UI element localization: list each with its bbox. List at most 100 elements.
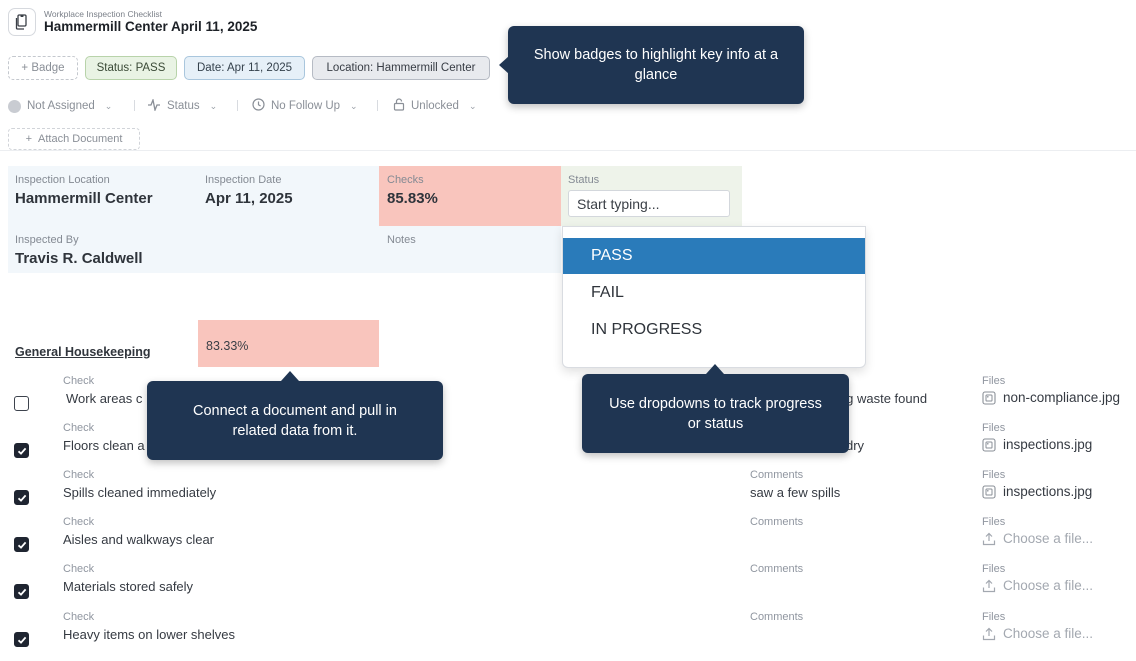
choose-file-button[interactable]: Choose a file... (982, 626, 1093, 641)
follow-up-label: No Follow Up (271, 100, 341, 112)
toolbar-divider (377, 100, 378, 111)
comments-column-label: Comments (750, 611, 804, 623)
file-name: inspections.jpg (1003, 437, 1093, 452)
chevron-down-icon: ⌄ (468, 100, 477, 111)
file-attachment[interactable]: inspections.jpg (982, 437, 1092, 452)
toolbar-divider (237, 100, 238, 111)
location-value[interactable]: Hammermill Center (15, 190, 153, 207)
check-text[interactable]: Spills cleaned immediately (63, 485, 216, 500)
add-badge-button[interactable]: + Badge (8, 56, 78, 80)
comment-text[interactable]: saw a few spills (750, 485, 840, 500)
table-row: Check Aisles and walkways clear Comments Fi… (0, 516, 1136, 563)
image-file-icon (982, 437, 996, 452)
table-row: Check Spills cleaned immediately Comments s… (0, 469, 1136, 516)
checkmark-icon (17, 494, 27, 502)
choose-file-button[interactable]: Choose a file... (982, 531, 1093, 546)
table-row: Check Materials stored safely Comments File… (0, 563, 1136, 610)
avatar-icon (8, 99, 21, 113)
check-column-label: Check (63, 422, 95, 434)
file-attachment[interactable]: inspections.jpg (982, 484, 1092, 499)
status-option-in-progress[interactable]: IN PROGRESS (563, 312, 865, 348)
upload-icon (982, 532, 996, 546)
files-column-label: Files (982, 563, 1006, 575)
upload-icon (982, 627, 996, 641)
section-title[interactable]: General Housekeeping (15, 345, 150, 359)
table-row: Check Heavy items on lower shelves Comment… (0, 611, 1136, 658)
files-column-label: Files (982, 516, 1006, 528)
header-divider (0, 150, 1136, 151)
file-name: Choose a file... (1003, 531, 1094, 546)
file-name: Choose a file... (1003, 578, 1094, 593)
comments-column-label: Comments (750, 469, 804, 481)
checkmark-icon (17, 447, 27, 455)
comments-column-label: Comments (750, 563, 804, 575)
assignee-dropdown[interactable]: Not Assigned ⌄ (8, 98, 112, 114)
location-badge[interactable]: Location: Hammermill Center (312, 56, 490, 80)
file-name: Choose a file... (1003, 626, 1094, 641)
chevron-down-icon: ⌄ (209, 100, 218, 111)
chevron-down-icon: ⌄ (104, 100, 113, 111)
document-icon (8, 8, 36, 36)
checks-value: 85.83% (387, 190, 438, 207)
assignee-label: Not Assigned (27, 100, 95, 112)
comments-column-label: Comments (750, 516, 804, 528)
unlock-icon (393, 98, 405, 114)
files-column-label: Files (982, 469, 1006, 481)
check-column-label: Check (63, 611, 95, 623)
location-label: Inspection Location (15, 174, 110, 186)
date-badge[interactable]: Date: Apr 11, 2025 (184, 56, 305, 80)
check-checkbox[interactable] (14, 396, 29, 411)
document-subtitle: Workplace Inspection Checklist (44, 9, 162, 19)
file-name: inspections.jpg (1003, 484, 1093, 499)
check-checkbox[interactable] (14, 537, 29, 552)
lock-dropdown[interactable]: Unlocked ⌄ (393, 98, 477, 114)
status-option-fail[interactable]: FAIL (563, 275, 865, 311)
document-tooltip: Connect a document and pull in related d… (147, 381, 443, 460)
check-text[interactable]: Floors clean a (63, 438, 145, 453)
lock-label: Unlocked (411, 100, 459, 112)
checkmark-icon (17, 636, 27, 644)
check-checkbox[interactable] (14, 443, 29, 458)
status-dropdown-menu: PASS FAIL IN PROGRESS (562, 226, 866, 368)
check-text[interactable]: Aisles and walkways clear (63, 532, 214, 547)
attach-document-button[interactable]: + Attach Document (8, 128, 140, 150)
files-column-label: Files (982, 422, 1006, 434)
checks-label: Checks (387, 174, 424, 186)
file-name: non-compliance.jpg (1003, 390, 1121, 405)
check-column-label: Check (63, 375, 95, 387)
plus-icon: + (25, 133, 33, 145)
attach-document-label: Attach Document (38, 133, 123, 145)
comment-text[interactable]: ing waste found (836, 391, 927, 406)
upload-icon (982, 579, 996, 593)
check-checkbox[interactable] (14, 632, 29, 647)
date-value[interactable]: Apr 11, 2025 (205, 190, 293, 207)
files-column-label: Files (982, 611, 1006, 623)
inspected-by-value[interactable]: Travis R. Caldwell (15, 250, 143, 267)
image-file-icon (982, 390, 996, 405)
check-text[interactable]: Materials stored safely (63, 579, 193, 594)
chevron-down-icon: ⌄ (350, 100, 358, 111)
document-title[interactable]: Hammermill Center April 11, 2025 (44, 19, 257, 34)
check-text[interactable]: Heavy items on lower shelves (63, 627, 235, 642)
status-option-pass[interactable]: PASS (563, 238, 865, 274)
check-checkbox[interactable] (14, 584, 29, 599)
document-tooltip-arrow (281, 371, 299, 381)
notes-label: Notes (387, 234, 416, 246)
check-checkbox[interactable] (14, 490, 29, 505)
check-text[interactable]: Work areas c (66, 391, 142, 406)
file-attachment[interactable]: non-compliance.jpg (982, 390, 1120, 405)
toolbar-divider (134, 100, 135, 111)
choose-file-button[interactable]: Choose a file... (982, 578, 1093, 593)
status-input[interactable]: Start typing... (568, 190, 730, 217)
status-dropdown-toggle[interactable]: Status ⌄ (147, 97, 218, 114)
follow-up-dropdown[interactable]: No Follow Up ⌄ (252, 98, 358, 114)
check-column-label: Check (63, 469, 95, 481)
activity-icon (147, 97, 161, 114)
badges-tooltip-arrow (499, 56, 509, 74)
status-badge[interactable]: Status: PASS (85, 56, 177, 80)
check-column-label: Check (63, 563, 95, 575)
files-column-label: Files (982, 375, 1006, 387)
clock-icon (252, 98, 265, 114)
dropdowns-tooltip: Use dropdowns to track progress or statu… (582, 374, 849, 453)
dropdowns-tooltip-arrow (706, 364, 724, 374)
